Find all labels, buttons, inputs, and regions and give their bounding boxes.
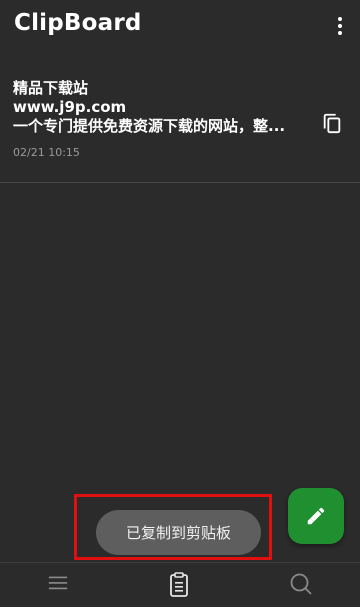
clip-line: www.j9p.com <box>13 98 127 116</box>
more-vert-dot <box>338 24 342 28</box>
edit-pencil-icon <box>307 507 325 525</box>
list-divider <box>0 182 360 183</box>
more-options-button[interactable] <box>330 12 350 40</box>
clipboard-icon <box>170 572 188 597</box>
clip-timestamp: 02/21 10:15 <box>13 146 80 159</box>
nav-clipboard-tab[interactable] <box>159 572 199 602</box>
bottom-navigation <box>0 562 360 607</box>
search-icon <box>290 573 312 595</box>
toast-message: 已复制到剪贴板 <box>96 510 261 555</box>
new-clip-fab[interactable] <box>288 488 344 544</box>
nav-search-tab[interactable] <box>281 572 321 602</box>
clip-content: 精品下载站 www.j9p.com 一个专门提供免费资源下载的网站，整... <box>13 79 313 136</box>
app-bar: ClipBoard <box>0 0 360 52</box>
more-vert-dot <box>338 31 342 35</box>
clip-line: 一个专门提供免费资源下载的网站，整... <box>13 117 286 135</box>
app-title: ClipBoard <box>14 10 142 36</box>
copy-icon <box>323 113 341 134</box>
clip-line: 精品下载站 <box>13 79 89 97</box>
clip-list-item[interactable]: 精品下载站 www.j9p.com 一个专门提供免费资源下载的网站，整... 0… <box>0 72 360 182</box>
copy-button[interactable] <box>321 112 343 134</box>
more-vert-icon <box>338 17 342 21</box>
menu-icon <box>48 576 68 590</box>
nav-menu-tab[interactable] <box>38 572 78 602</box>
